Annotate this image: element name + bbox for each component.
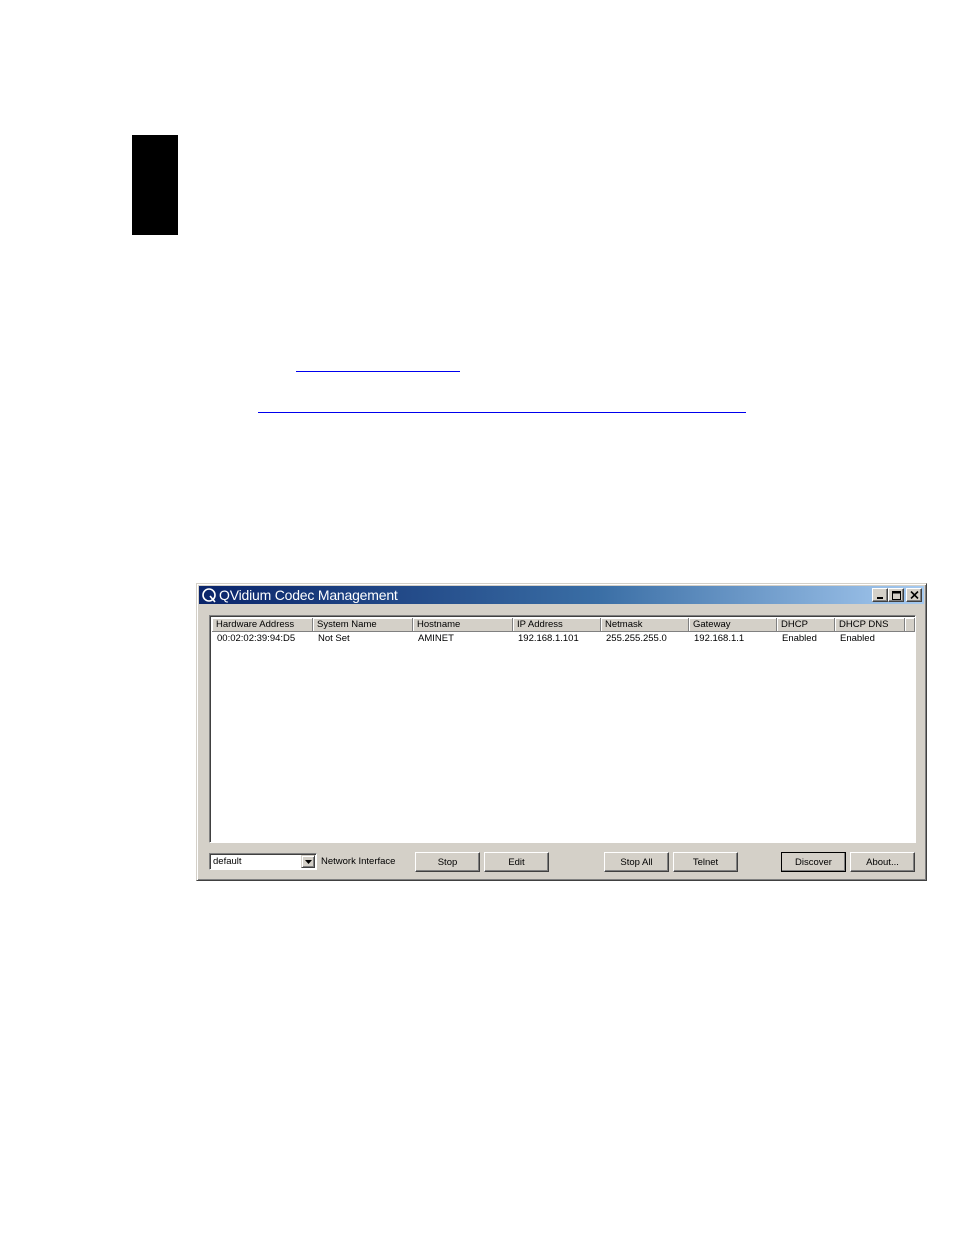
hyperlink-underline[interactable] bbox=[296, 371, 460, 372]
network-interface-value: default bbox=[213, 856, 242, 867]
column-hardware-address[interactable]: Hardware Address bbox=[212, 618, 313, 632]
title-bar[interactable]: QVidium Codec Management bbox=[199, 586, 924, 604]
cell-ip-address: 192.168.1.101 bbox=[518, 633, 579, 644]
column-system-name[interactable]: System Name bbox=[313, 618, 413, 632]
qvidium-logo-icon bbox=[201, 587, 217, 603]
cell-hostname: AMINET bbox=[418, 633, 454, 644]
chapter-tab bbox=[132, 135, 178, 235]
codec-management-window: QVidium Codec Management Hardware Addres… bbox=[196, 583, 927, 881]
maximize-icon bbox=[891, 590, 901, 600]
dropdown-button[interactable] bbox=[301, 855, 315, 868]
network-interface-label: Network Interface bbox=[321, 856, 396, 867]
column-filler bbox=[905, 618, 915, 632]
column-dhcp-dns[interactable]: DHCP DNS bbox=[835, 618, 905, 632]
stop-all-button[interactable]: Stop All bbox=[604, 852, 669, 872]
cell-gateway: 192.168.1.1 bbox=[694, 633, 745, 644]
network-interface-select[interactable]: default bbox=[209, 853, 317, 870]
stop-button[interactable]: Stop bbox=[415, 852, 480, 872]
minimize-icon bbox=[877, 597, 883, 599]
close-button[interactable] bbox=[906, 588, 922, 602]
window-title: QVidium Codec Management bbox=[219, 587, 398, 603]
about-button[interactable]: About... bbox=[850, 852, 915, 872]
edit-button[interactable]: Edit bbox=[484, 852, 549, 872]
table-row[interactable]: 00:02:02:39:94:D5 Not Set AMINET 192.168… bbox=[212, 633, 905, 645]
hyperlink-underline[interactable] bbox=[258, 412, 746, 413]
cell-netmask: 255.255.255.0 bbox=[606, 633, 667, 644]
column-dhcp[interactable]: DHCP bbox=[777, 618, 835, 632]
column-ip-address[interactable]: IP Address bbox=[513, 618, 601, 632]
chevron-down-icon bbox=[304, 859, 312, 864]
cell-hardware-address: 00:02:02:39:94:D5 bbox=[217, 633, 296, 644]
close-icon bbox=[909, 591, 919, 599]
device-list[interactable]: Hardware Address System Name Hostname IP… bbox=[209, 615, 916, 843]
cell-dhcp-dns: Enabled bbox=[840, 633, 875, 644]
column-netmask[interactable]: Netmask bbox=[601, 618, 689, 632]
maximize-button[interactable] bbox=[888, 588, 904, 602]
column-gateway[interactable]: Gateway bbox=[689, 618, 777, 632]
list-header: Hardware Address System Name Hostname IP… bbox=[212, 618, 915, 632]
column-hostname[interactable]: Hostname bbox=[413, 618, 513, 632]
cell-system-name: Not Set bbox=[318, 633, 350, 644]
cell-dhcp: Enabled bbox=[782, 633, 817, 644]
telnet-button[interactable]: Telnet bbox=[673, 852, 738, 872]
discover-button[interactable]: Discover bbox=[781, 852, 846, 872]
minimize-button[interactable] bbox=[872, 588, 888, 602]
